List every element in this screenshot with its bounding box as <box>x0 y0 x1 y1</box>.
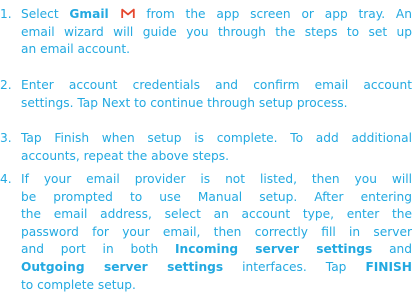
step-line: email wizard will guide you through the … <box>21 24 412 39</box>
step-number: 3. <box>0 131 12 145</box>
step-text: Select Gmail from the app screen or app … <box>21 6 412 59</box>
outgoing-server-settings-label: Outgoing server settings <box>21 259 224 274</box>
finish-label: FINISH <box>365 259 412 274</box>
step-number: 1. <box>0 7 12 21</box>
step-line: Enter account credentials and confirm em… <box>21 78 412 92</box>
step-line: to complete setup. <box>21 277 136 292</box>
step-line: the email address, select an account typ… <box>21 207 412 222</box>
incoming-server-settings-label: Incoming server settings <box>175 242 373 257</box>
step-line: settings. Tap Next to continue through s… <box>21 95 348 110</box>
step-line: be prompted to use Manual setup. After e… <box>21 189 412 204</box>
step-text: Tap Finish when setup is complete. To ad… <box>21 130 412 165</box>
step-number: 4. <box>0 172 12 186</box>
step-line: Tap Finish when setup is complete. To ad… <box>21 131 412 145</box>
step-line: If your email provider is not listed, th… <box>21 172 412 186</box>
step-number: 2. <box>0 78 12 92</box>
step-line: Select Gmail from the app screen or app … <box>21 7 412 21</box>
step-line: and port in both Incoming server setting… <box>21 242 412 257</box>
app-name-gmail: Gmail <box>69 7 109 21</box>
step-text: If your email provider is not listed, th… <box>21 171 412 294</box>
step-line: password for your email, then correctly … <box>21 224 412 239</box>
step-text: Enter account credentials and confirm em… <box>21 77 412 112</box>
step-line: accounts, repeat the above steps. <box>21 148 229 163</box>
step-line: an email account. <box>21 42 130 57</box>
gmail-icon <box>120 7 135 18</box>
step-line: Outgoing server settings interfaces. Tap… <box>21 259 412 274</box>
